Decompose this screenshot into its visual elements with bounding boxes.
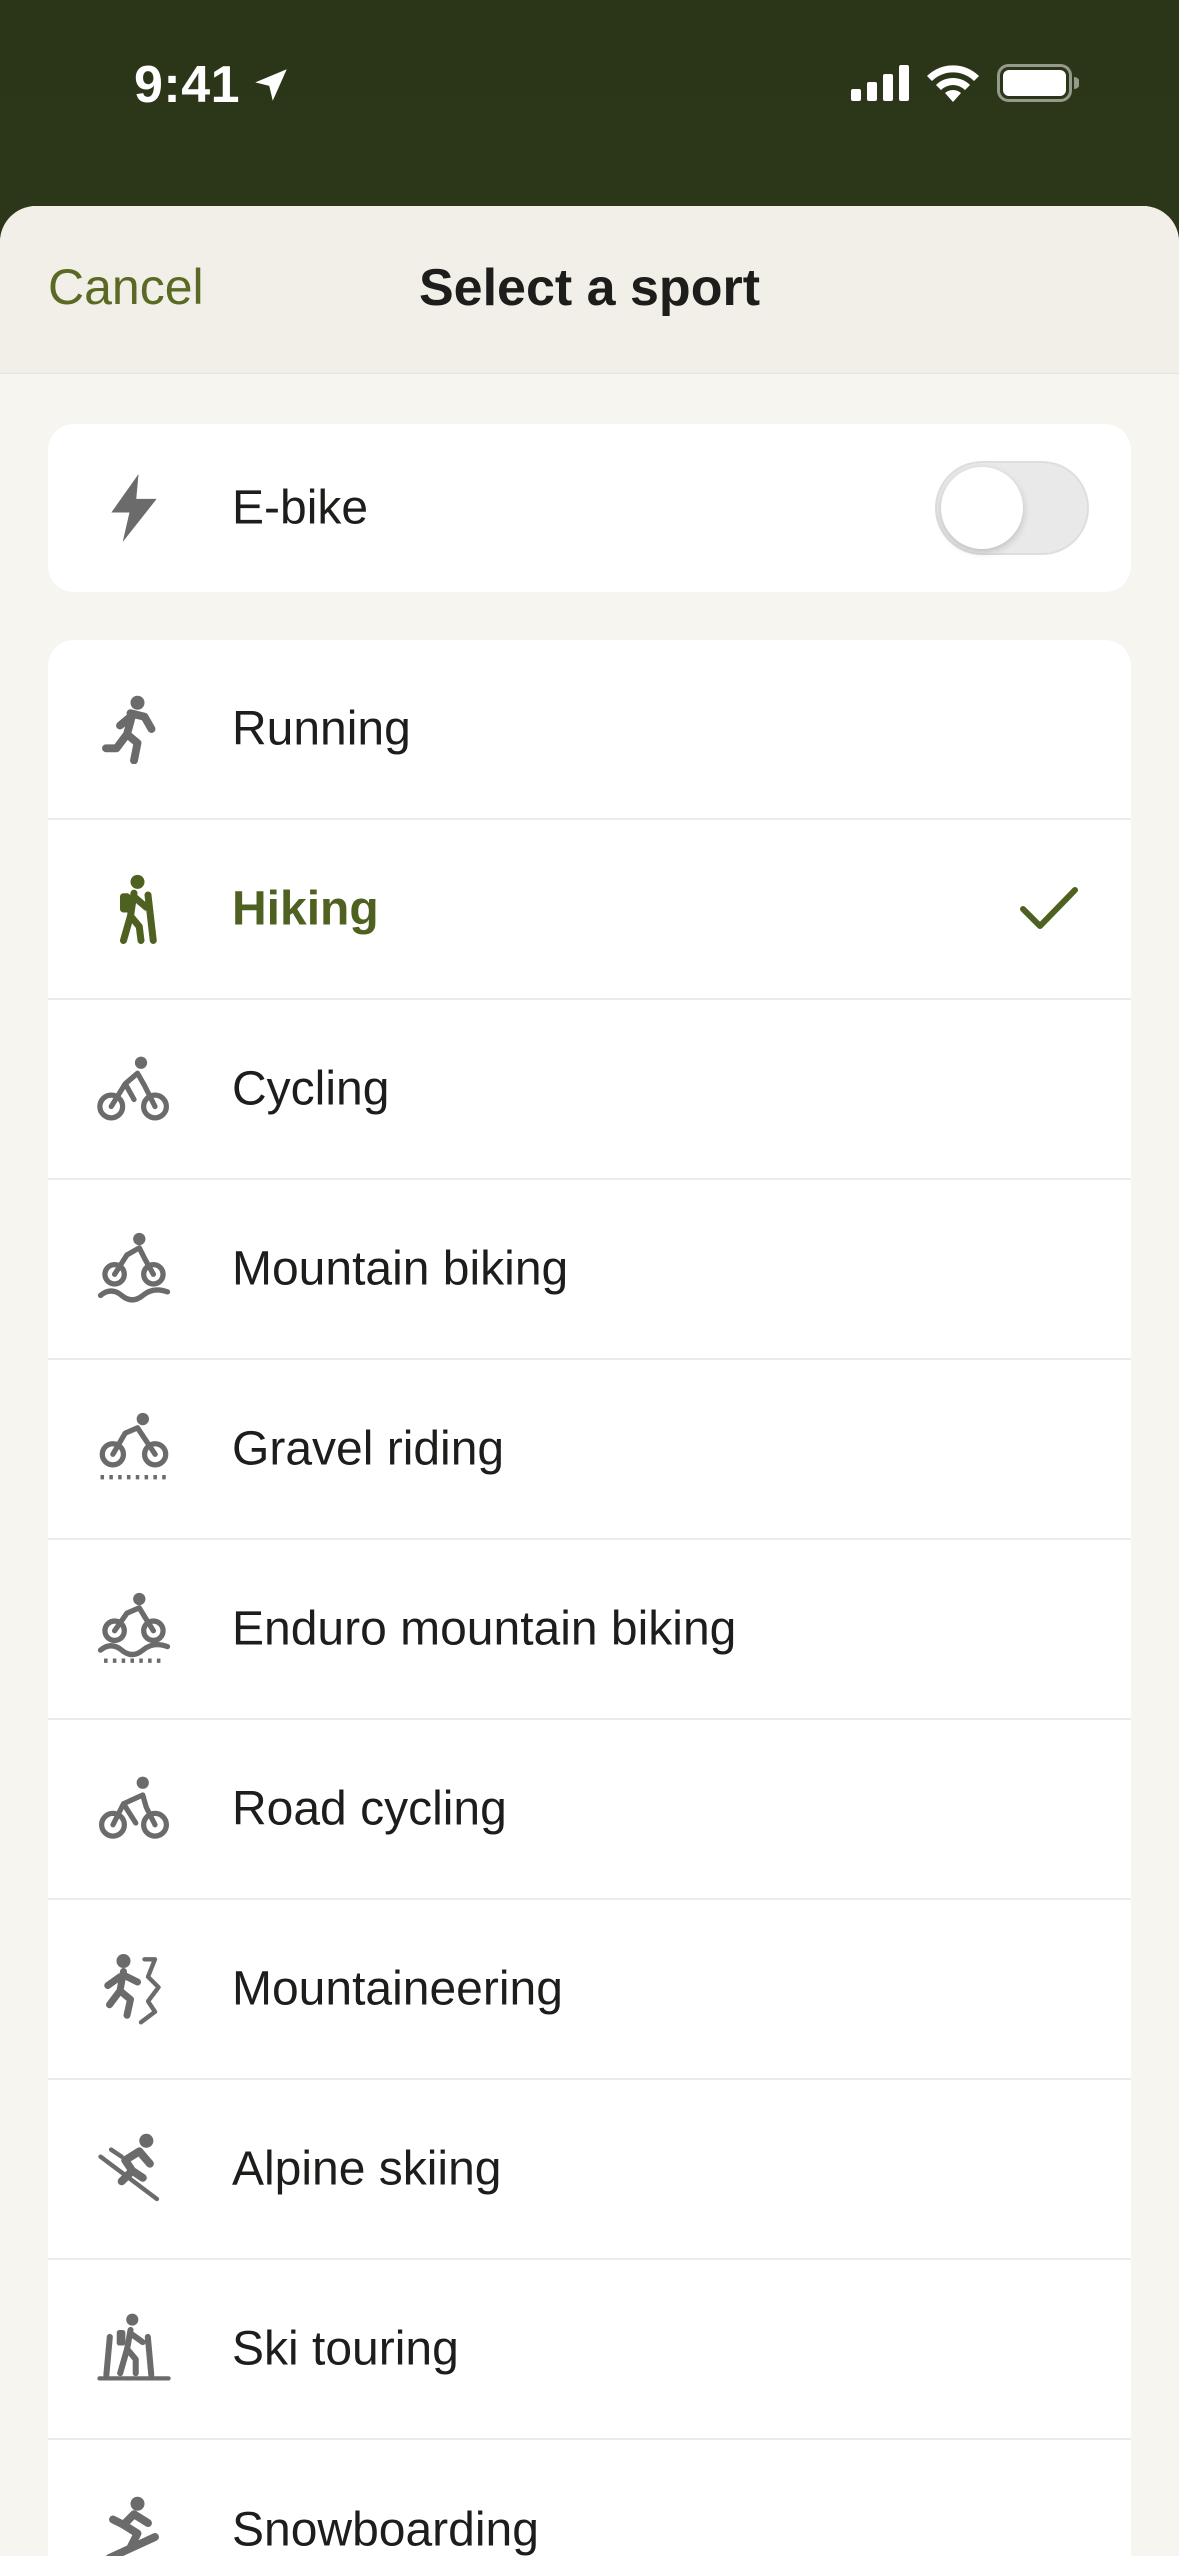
ebike-label: E-bike [232, 481, 369, 535]
ebike-toggle[interactable] [935, 461, 1089, 555]
ebike-row[interactable]: E-bike [48, 424, 1131, 592]
sport-label: Gravel riding [232, 1422, 505, 1476]
sport-row-road-cycling[interactable]: Road cycling [48, 1720, 1131, 1900]
sport-row-ski-touring[interactable]: Ski touring [48, 2260, 1131, 2440]
sport-row-mountaineering[interactable]: Mountaineering [48, 1900, 1131, 2080]
sport-label: Alpine skiing [232, 2142, 502, 2196]
sport-label: Snowboarding [232, 2503, 539, 2556]
sport-label: Mountaineering [232, 1962, 563, 2016]
status-bar: 9:41 [0, 0, 1179, 175]
sport-label: Cycling [232, 1062, 390, 1116]
hiking-icon [96, 871, 172, 947]
road-cycling-icon [96, 1771, 172, 1847]
sport-label: Running [232, 702, 411, 756]
sheet-title: Select a sport [418, 259, 761, 317]
sport-label: Enduro mountain biking [232, 1602, 737, 1656]
ski-touring-icon [96, 2311, 172, 2387]
sport-label: Mountain biking [232, 1242, 569, 1296]
cycling-icon [96, 1051, 172, 1127]
status-icons [851, 64, 1079, 102]
sport-row-hiking[interactable]: Hiking [48, 820, 1131, 1000]
snowboarding-icon [96, 2492, 172, 2556]
alpine-skiing-icon [96, 2131, 172, 2207]
mountain-biking-icon [96, 1231, 172, 1307]
sport-row-enduro-mountain-biking[interactable]: Enduro mountain biking [48, 1540, 1131, 1720]
mountaineering-icon [96, 1951, 172, 2027]
sport-label: Hiking [232, 882, 379, 936]
sport-label: Ski touring [232, 2322, 459, 2376]
wifi-icon [927, 65, 979, 102]
ebike-toggle-knob [941, 467, 1023, 549]
battery-icon [997, 64, 1079, 102]
sport-row-alpine-skiing[interactable]: Alpine skiing [48, 2080, 1131, 2260]
location-arrow-icon [255, 69, 287, 101]
gravel-riding-icon [96, 1411, 172, 1487]
checkmark-icon [1020, 887, 1078, 929]
sport-selection-sheet: Cancel Select a sport E-bike Running Hik… [0, 206, 1179, 2556]
status-time: 9:41 [134, 55, 292, 115]
enduro-biking-icon [96, 1591, 172, 1667]
running-icon [96, 691, 172, 767]
sport-row-running[interactable]: Running [48, 640, 1131, 820]
sport-label: Road cycling [232, 1782, 507, 1836]
sports-list: Running Hiking Cycling Mountain biking G… [48, 640, 1131, 2556]
sport-row-snowboarding[interactable]: Snowboarding [48, 2440, 1131, 2556]
sport-row-cycling[interactable]: Cycling [48, 1000, 1131, 1180]
status-time-text: 9:41 [134, 56, 241, 114]
lightning-icon [96, 470, 172, 546]
sheet-header: Cancel Select a sport [0, 206, 1179, 374]
cellular-signal-icon [851, 65, 909, 101]
ebike-card: E-bike [48, 424, 1131, 592]
sport-row-gravel-riding[interactable]: Gravel riding [48, 1360, 1131, 1540]
sport-row-mountain-biking[interactable]: Mountain biking [48, 1180, 1131, 1360]
